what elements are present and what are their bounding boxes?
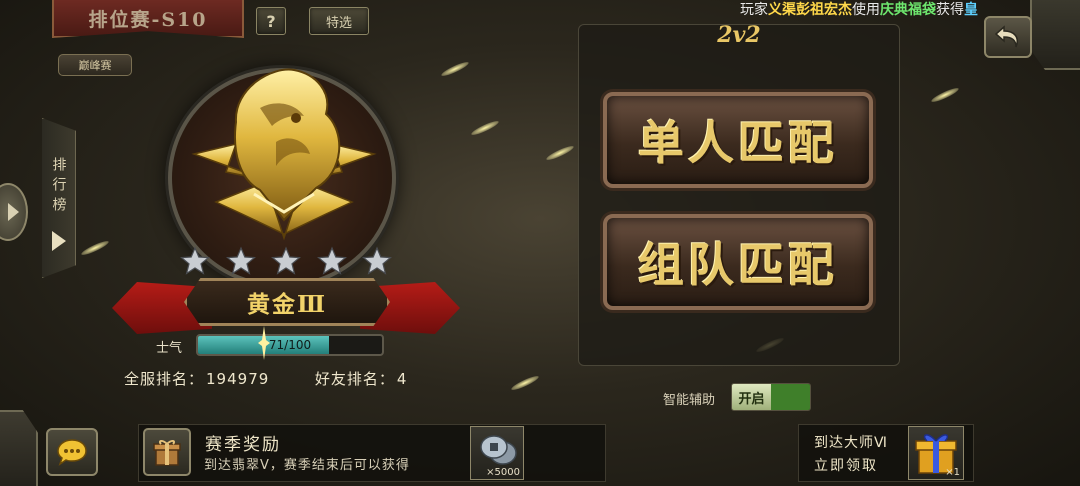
- sparkle-effect: [80, 238, 110, 258]
- silver-star-icon: [271, 246, 301, 275]
- smart-assist-state: 开启: [732, 384, 771, 410]
- toggle-track: [771, 384, 810, 410]
- season-rewards-description: 到达翡翠Ⅴ，赛季结束后可以获得: [204, 458, 410, 473]
- corner-ornament: [0, 410, 38, 486]
- server-rank-value: 194979: [206, 370, 270, 388]
- expand-arrow-icon: [51, 231, 66, 251]
- left-arrow-icon: [8, 203, 19, 221]
- match-mode-label: 2v2: [717, 22, 761, 48]
- golden-tiger-emblem-icon: [191, 68, 377, 241]
- rank-tier-label: 黄金Ⅲ: [184, 278, 390, 326]
- chat-button[interactable]: [46, 428, 98, 476]
- friend-rank-value: 4: [396, 370, 408, 388]
- morale-value: 71/100: [268, 338, 312, 352]
- master-reward-title: 到达大师Ⅵ: [814, 435, 888, 451]
- marquee-mid: 使用: [852, 2, 880, 18]
- gift-box-icon: [153, 440, 181, 466]
- server-rank-label: 全服排名：: [124, 370, 205, 388]
- back-arrow-icon: [994, 25, 1018, 48]
- peak-season-tag[interactable]: 巅峰赛: [58, 54, 132, 76]
- season-rewards-title: 赛季奖励: [205, 435, 281, 455]
- match-panel: [578, 24, 900, 366]
- marquee-player: 义渠彭祖宏杰: [768, 2, 852, 18]
- page-title: 排位赛-S10: [52, 0, 244, 38]
- sparkle-effect: [545, 143, 575, 163]
- rank-stars: [180, 246, 392, 276]
- reward-item-count: ×1: [945, 467, 960, 478]
- silver-star-icon: [362, 246, 392, 275]
- morale-bar: 71/100: [196, 334, 384, 356]
- smart-assist-toggle[interactable]: 开启: [731, 383, 811, 411]
- leaderboard-tab[interactable]: 排行榜: [42, 118, 76, 278]
- reward-item-count: ×5000: [486, 467, 520, 478]
- silver-star-icon: [316, 246, 347, 275]
- filter-button[interactable]: 特选: [309, 7, 369, 35]
- silver-star-icon: [225, 246, 256, 275]
- back-button[interactable]: [984, 16, 1032, 58]
- leaderboard-label: 排行榜: [50, 157, 67, 217]
- sparkle-effect: [440, 59, 470, 79]
- morale-label: 士气: [156, 341, 183, 356]
- marquee-tail: 皇: [964, 2, 978, 18]
- reward-item-slot[interactable]: ×5000: [470, 426, 524, 480]
- smart-assist-label: 智能辅助: [663, 393, 716, 408]
- marquee-item: 庆典福袋: [880, 2, 936, 18]
- master-reward-slot[interactable]: ×1: [908, 426, 964, 480]
- season-rewards-button[interactable]: [143, 428, 191, 476]
- silver-star-icon: [180, 246, 210, 275]
- friend-rank-label: 好友排名：: [314, 370, 395, 388]
- team-match-button[interactable]: 组队匹配: [603, 214, 873, 310]
- copper-coin-icon: [480, 435, 517, 465]
- rank-summary: 全服排名： 194979 好友排名： 4: [124, 368, 409, 389]
- solo-match-button[interactable]: 单人匹配: [603, 92, 873, 188]
- sparkle-effect: [930, 85, 960, 105]
- claim-now-button[interactable]: 立即领取: [814, 455, 878, 475]
- sparkle-effect: [510, 373, 540, 393]
- marquee-suffix: 获得: [936, 2, 964, 18]
- marquee-prefix: 玩家: [740, 2, 768, 18]
- chat-bubble-icon: [57, 439, 87, 466]
- corner-ornament: [1030, 0, 1080, 70]
- sparkle-effect: [470, 118, 500, 138]
- spark-icon: [258, 326, 270, 360]
- help-button[interactable]: ?: [256, 7, 286, 35]
- left-nav-button[interactable]: [0, 183, 28, 241]
